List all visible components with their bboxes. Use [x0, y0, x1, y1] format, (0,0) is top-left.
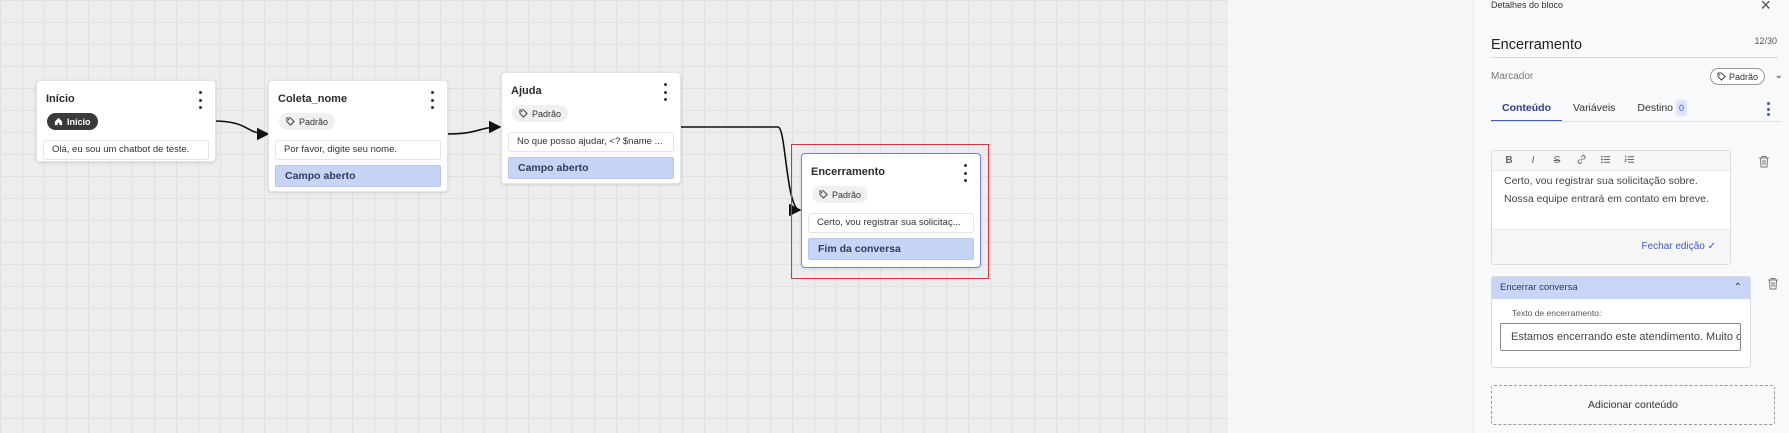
destino-count-badge: 0: [1676, 100, 1688, 116]
italic-icon[interactable]: I: [1526, 155, 1540, 166]
node-option[interactable]: Fim da conversa: [808, 238, 974, 260]
node-message: Por favor, digite seu nome.: [275, 140, 441, 160]
numbered-list-icon[interactable]: [1622, 154, 1636, 168]
end-conversation-card: Encerrar conversa ⌃ Texto de encerrament…: [1491, 276, 1751, 368]
flow-canvas[interactable]: [0, 0, 1228, 433]
node-message: Certo, vou registrar sua solicitaç...: [808, 213, 974, 233]
delete-editor-icon[interactable]: [1758, 155, 1772, 169]
bullet-list-icon[interactable]: [1598, 154, 1612, 168]
tab-conteudo[interactable]: Conteúdo: [1491, 100, 1562, 122]
canvas-empty-area[interactable]: [1228, 0, 1473, 433]
flow-node-inicio[interactable]: Início Início Olá, eu sou um chatbot de …: [36, 80, 216, 162]
delete-end-card-icon[interactable]: [1767, 277, 1781, 291]
panel-tabs: Conteúdo Variáveis Destino 0: [1491, 100, 1698, 122]
node-title: Encerramento: [811, 166, 885, 178]
close-edit-button[interactable]: Fechar edição ✓: [1641, 241, 1716, 252]
marker-tag[interactable]: Padrão: [1709, 68, 1765, 85]
node-option[interactable]: Campo aberto: [508, 157, 674, 179]
chevron-up-icon[interactable]: ⌃: [1734, 277, 1742, 299]
node-tag-inicio: Início: [47, 113, 98, 130]
node-tag: Padrão: [512, 105, 569, 122]
tag-icon: [519, 109, 528, 118]
node-message: No que posso ajudar, <? $name ...: [508, 132, 674, 152]
node-title: Ajuda: [511, 85, 542, 97]
node-menu-button[interactable]: [662, 83, 668, 101]
block-name-input[interactable]: Encerramento: [1491, 37, 1582, 53]
chevron-down-icon[interactable]: ⌄: [1775, 70, 1783, 81]
node-menu-button[interactable]: [429, 91, 435, 109]
tabs-divider: [1491, 121, 1781, 122]
block-details-panel: Detalhes do bloco × Encerramento 12/30 M…: [1473, 0, 1789, 433]
node-menu-button[interactable]: [962, 164, 968, 182]
marker-label: Marcador: [1491, 71, 1534, 82]
char-counter: 12/30: [1754, 36, 1777, 46]
node-menu-button[interactable]: [197, 91, 203, 109]
end-text-label: Texto de encerramento:: [1512, 308, 1602, 318]
editor-text[interactable]: Certo, vou registrar sua solicitação sob…: [1492, 171, 1730, 228]
end-conversation-header[interactable]: Encerrar conversa ⌃: [1492, 277, 1750, 299]
flow-node-encerramento[interactable]: Encerramento Padrão Certo, vou registrar…: [801, 153, 981, 268]
strikethrough-icon[interactable]: S: [1550, 155, 1564, 166]
home-icon: [54, 117, 63, 126]
add-content-button[interactable]: Adicionar conteúdo: [1491, 385, 1775, 425]
editor-footer: Fechar edição ✓: [1492, 229, 1730, 264]
bold-icon[interactable]: B: [1502, 155, 1516, 166]
divider: [1491, 57, 1778, 58]
flow-node-ajuda[interactable]: Ajuda Padrão No que posso ajudar, <? $na…: [501, 72, 681, 184]
node-title: Coleta_nome: [278, 93, 348, 105]
more-options-icon[interactable]: [1767, 102, 1771, 116]
editor-toolbar: B I S: [1492, 151, 1730, 171]
message-editor[interactable]: B I S Certo, vou registrar sua solicitaç…: [1491, 150, 1731, 265]
tag-icon: [1717, 72, 1726, 81]
node-tag: Padrão: [279, 113, 336, 130]
link-icon[interactable]: [1574, 154, 1588, 168]
tab-variaveis[interactable]: Variáveis: [1562, 100, 1626, 122]
panel-title: Detalhes do bloco: [1491, 0, 1564, 10]
end-text-input[interactable]: Estamos encerrando este atendimento. Mui…: [1500, 323, 1741, 351]
node-message: Olá, eu sou um chatbot de teste.: [43, 140, 209, 160]
tag-icon: [819, 190, 828, 199]
node-tag: Padrão: [812, 186, 869, 203]
tag-icon: [286, 117, 295, 126]
node-option[interactable]: Campo aberto: [275, 165, 441, 187]
flow-node-coleta-nome[interactable]: Coleta_nome Padrão Por favor, digite seu…: [268, 80, 448, 192]
close-icon[interactable]: ×: [1760, 0, 1771, 14]
tab-destino[interactable]: Destino 0: [1626, 100, 1698, 122]
node-title: Início: [46, 93, 75, 105]
